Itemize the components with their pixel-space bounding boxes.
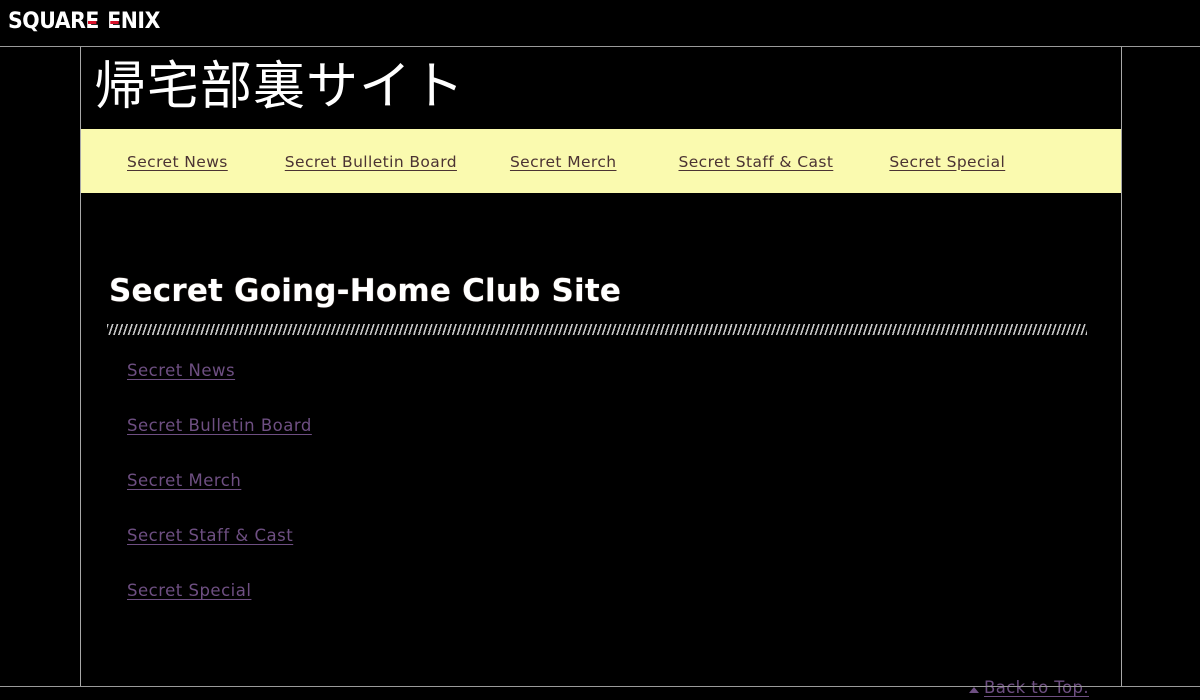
nav-item: Secret Staff & Cast (679, 152, 834, 171)
site-title: 帰宅部裏サイト (94, 57, 466, 117)
content-link-secret-special[interactable]: Secret Special (127, 581, 251, 600)
square-enix-logo-text: SQUARE ENIX (8, 11, 160, 33)
nav-item: Secret Merch (510, 152, 617, 171)
nav-secret-news[interactable]: Secret News (127, 153, 228, 171)
content-link-secret-merch[interactable]: Secret Merch (127, 471, 241, 490)
list-item: Secret Special (127, 581, 312, 600)
nav-secret-special[interactable]: Secret Special (889, 153, 1005, 171)
list-item: Secret Merch (127, 471, 312, 490)
nav-secret-merch[interactable]: Secret Merch (510, 153, 617, 171)
site-frame: 帰宅部裏サイト Secret News Secret Bulletin Boar… (80, 47, 1122, 697)
nav-item: Secret News (127, 152, 228, 171)
content-link-secret-staff-and-cast[interactable]: Secret Staff & Cast (127, 526, 293, 545)
square-enix-brand-bar: SQUARE ENIX (0, 0, 1200, 47)
logo-square-part: SQUAR (8, 9, 86, 34)
page-title: Secret Going-Home Club Site (109, 273, 622, 309)
primary-navigation-list: Secret News Secret Bulletin Board Secret… (81, 152, 1121, 171)
nav-secret-staff-and-cast[interactable]: Secret Staff & Cast (679, 153, 834, 171)
primary-navigation-bar: Secret News Secret Bulletin Board Secret… (81, 129, 1121, 193)
logo-enix-e-glyph: E (107, 9, 121, 34)
content-link-secret-bulletin-board[interactable]: Secret Bulletin Board (127, 416, 312, 435)
list-item: Secret News (127, 361, 312, 380)
square-enix-logo[interactable]: SQUARE ENIX (8, 10, 171, 34)
list-item: Secret Staff & Cast (127, 526, 312, 545)
logo-square-e-glyph: E (85, 9, 99, 34)
page-bottom-rule (0, 686, 1200, 687)
back-to-top-link[interactable]: Back to Top. (984, 678, 1089, 697)
content-link-list: Secret News Secret Bulletin Board Secret… (127, 361, 312, 636)
nav-secret-bulletin-board[interactable]: Secret Bulletin Board (285, 153, 457, 171)
nav-item: Secret Bulletin Board (285, 152, 457, 171)
list-item: Secret Bulletin Board (127, 416, 312, 435)
back-to-top[interactable]: Back to Top. (968, 678, 1089, 697)
nav-item: Secret Special (889, 152, 1005, 171)
logo-enix-part: NIX (120, 9, 161, 34)
content-link-secret-news[interactable]: Secret News (127, 361, 235, 380)
triangle-up-icon (968, 686, 979, 693)
decorative-hatched-divider (107, 324, 1087, 335)
main-content: Secret Going-Home Club Site Secret News … (81, 193, 1121, 697)
